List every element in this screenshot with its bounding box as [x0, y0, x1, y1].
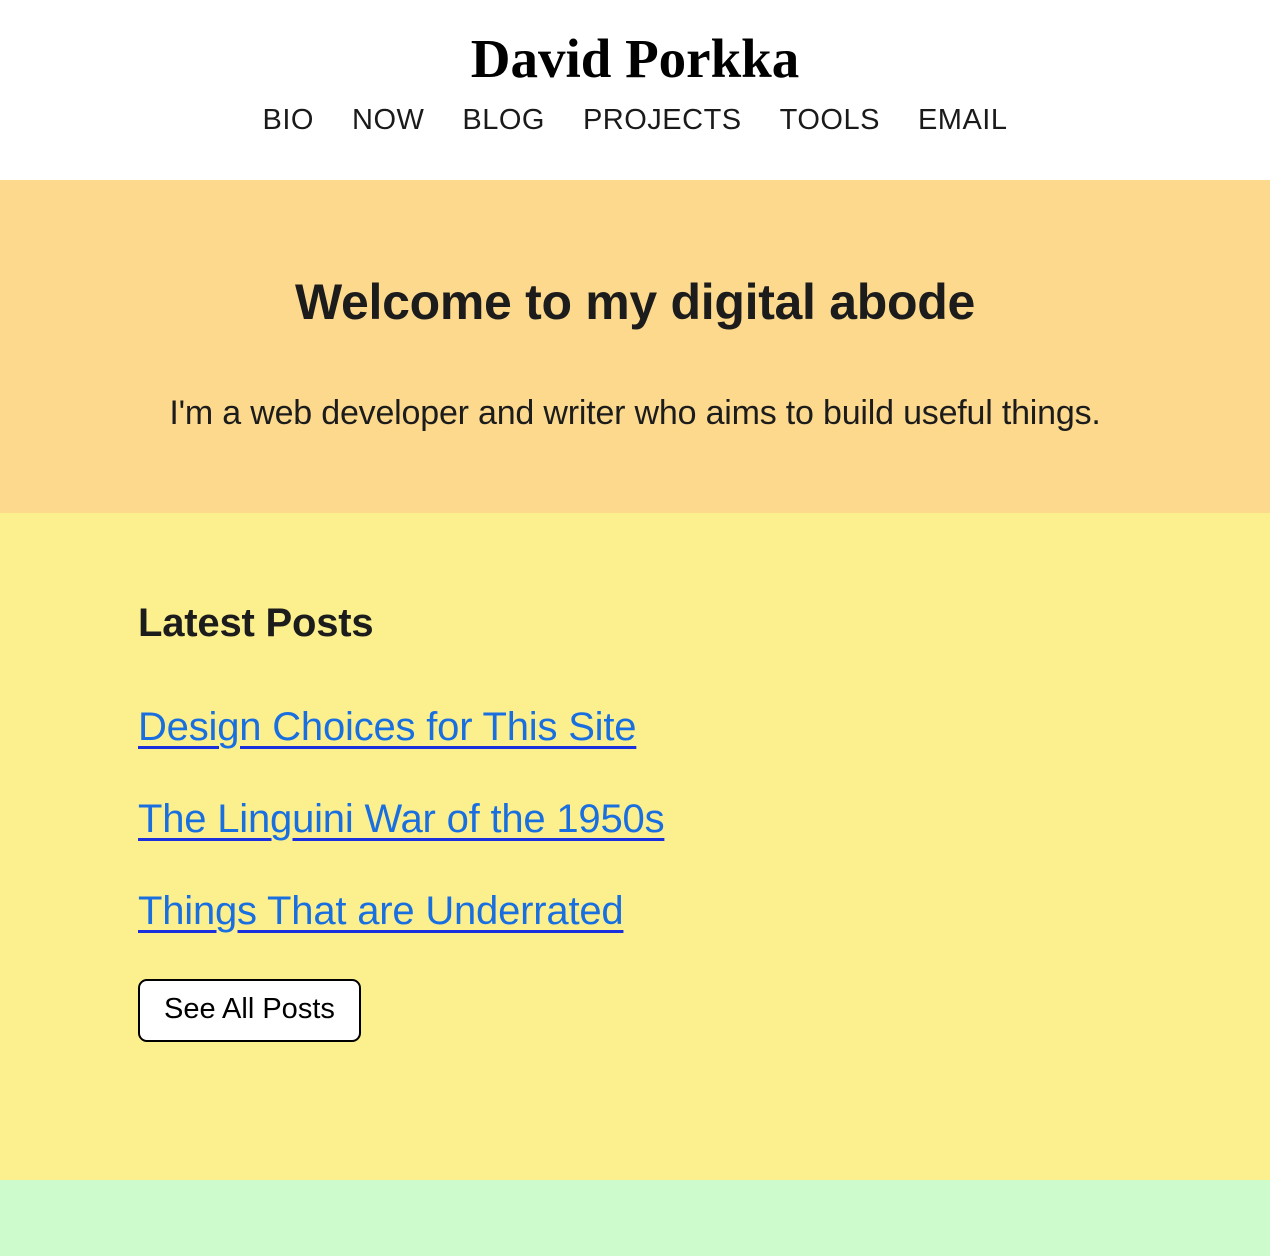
nav-link-projects[interactable]: PROJECTS: [564, 104, 761, 137]
see-all-posts-button[interactable]: See All Posts: [138, 979, 361, 1042]
page-root: David Porkka BIO NOW BLOG PROJECTS TOOLS…: [0, 0, 1270, 1256]
list-item: The Linguini War of the 1950s: [138, 797, 665, 841]
nav-link-now[interactable]: NOW: [333, 104, 443, 137]
hero-title: Welcome to my digital abode: [295, 274, 975, 330]
nav-link-email[interactable]: EMAIL: [899, 104, 1027, 137]
site-title: David Porkka: [470, 28, 800, 89]
post-link-design-choices[interactable]: Design Choices for This Site: [138, 705, 637, 749]
nav-link-blog[interactable]: BLOG: [443, 104, 564, 137]
list-item: Things That are Underrated: [138, 891, 664, 931]
hero-section: Welcome to my digital abode I'm a web de…: [0, 180, 1270, 513]
hero-subtitle: I'm a web developer and writer who aims …: [169, 394, 1101, 432]
post-link-things-underrated[interactable]: Things That are Underrated: [138, 889, 624, 933]
post-list: Design Choices for This Site The Linguin…: [138, 707, 665, 931]
latest-posts-heading: Latest Posts: [138, 601, 374, 645]
post-link-linguini-war[interactable]: The Linguini War of the 1950s: [138, 797, 665, 841]
site-footer: [0, 1180, 1270, 1256]
main-navigation: BIO NOW BLOG PROJECTS TOOLS EMAIL: [244, 104, 1027, 137]
list-item: Design Choices for This Site: [138, 707, 664, 747]
nav-link-bio[interactable]: BIO: [244, 104, 333, 137]
latest-posts-section: Latest Posts Design Choices for This Sit…: [0, 513, 1270, 1180]
site-header: David Porkka BIO NOW BLOG PROJECTS TOOLS…: [0, 0, 1270, 180]
nav-link-tools[interactable]: TOOLS: [761, 104, 899, 137]
